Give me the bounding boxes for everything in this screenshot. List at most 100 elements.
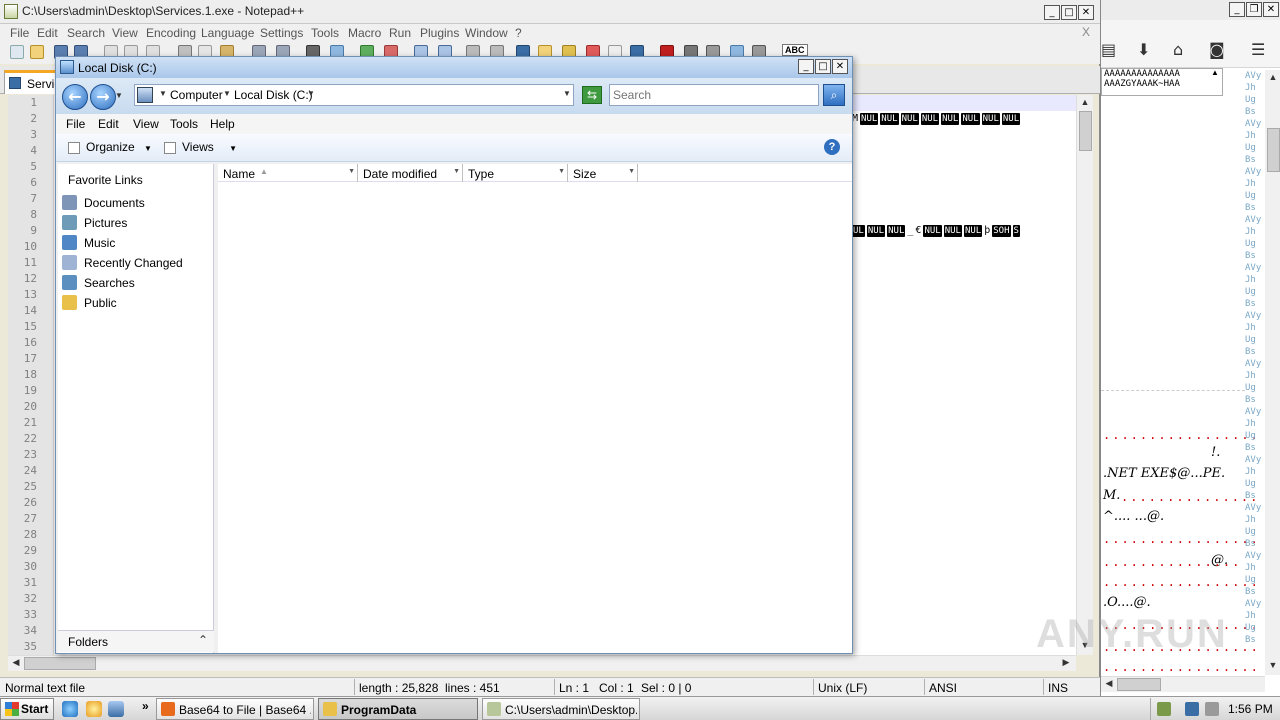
- favorite-link-documents[interactable]: Documents: [62, 194, 210, 212]
- menu-search[interactable]: Search: [67, 26, 105, 40]
- task-base64[interactable]: Base64 to File | Base64 ...: [156, 698, 314, 720]
- favorite-link-searches[interactable]: Searches: [62, 274, 210, 292]
- quick-launch-more[interactable]: »: [142, 699, 149, 713]
- editor-horizontal-scrollbar[interactable]: ◀ ▶: [8, 655, 1076, 671]
- scroll-up-arrow[interactable]: ▲: [1079, 97, 1091, 109]
- security-icon[interactable]: [1157, 702, 1171, 716]
- column-name[interactable]: Name ▲ ▼: [218, 164, 358, 182]
- menu-plugins[interactable]: Plugins: [420, 26, 459, 40]
- menu-tools[interactable]: Tools: [311, 26, 339, 40]
- menu-help[interactable]: ?: [515, 26, 522, 40]
- new-file-icon[interactable]: [10, 45, 24, 59]
- home-icon[interactable]: ⌂: [1173, 40, 1183, 59]
- restore-button[interactable]: ❐: [1246, 2, 1262, 17]
- column-size[interactable]: Size ▼: [568, 164, 638, 182]
- pocket-icon[interactable]: ◙: [1209, 40, 1225, 59]
- reader-view-icon[interactable]: ▤: [1101, 40, 1116, 59]
- volume-icon[interactable]: [1205, 702, 1219, 716]
- menu-tools[interactable]: Tools: [170, 117, 198, 131]
- spellcheck-button[interactable]: ABC: [782, 44, 808, 56]
- favorite-link-music[interactable]: Music: [62, 234, 210, 252]
- menu-settings[interactable]: Settings: [260, 26, 303, 40]
- media-player-icon[interactable]: [86, 701, 102, 717]
- favorite-link-public[interactable]: Public: [62, 294, 210, 312]
- favorite-link-pictures[interactable]: Pictures: [62, 214, 210, 232]
- clock[interactable]: 1:56 PM: [1228, 702, 1273, 716]
- menu-edit[interactable]: Edit: [37, 26, 58, 40]
- menu-edit[interactable]: Edit: [98, 117, 119, 131]
- chevron-down-icon[interactable]: ▼: [307, 89, 315, 98]
- minimize-button[interactable]: _: [798, 59, 814, 74]
- task-notepadpp[interactable]: C:\Users\admin\Desktop...: [482, 698, 640, 720]
- editor-vertical-scrollbar[interactable]: ▲ ▼: [1076, 95, 1093, 655]
- menu-macro[interactable]: Macro: [348, 26, 381, 40]
- close-button[interactable]: ✕: [832, 59, 848, 74]
- browser-vertical-scrollbar[interactable]: ▲ ▼: [1265, 70, 1280, 675]
- folders-toggle[interactable]: Folders ⌃: [58, 630, 214, 652]
- menu-run[interactable]: Run: [389, 26, 411, 40]
- maximize-button[interactable]: □: [815, 59, 831, 74]
- file-list-pane[interactable]: Name ▲ ▼ Date modified ▼ Type ▼ Size ▼: [218, 164, 852, 653]
- base64-fragment: AVy: [1245, 167, 1262, 177]
- close-button[interactable]: ✕: [1263, 2, 1279, 17]
- minimize-button[interactable]: _: [1229, 2, 1245, 17]
- menu-language[interactable]: Language: [201, 26, 254, 40]
- views-button[interactable]: Views ▼: [164, 140, 237, 154]
- menu-view[interactable]: View: [133, 117, 159, 131]
- show-desktop-icon[interactable]: [108, 701, 124, 717]
- maximize-button[interactable]: □: [1061, 5, 1077, 20]
- open-file-icon[interactable]: [30, 45, 44, 59]
- close-document-button[interactable]: X: [1082, 25, 1090, 39]
- scroll-left-arrow[interactable]: ◀: [1103, 678, 1115, 690]
- search-input[interactable]: [609, 84, 819, 106]
- minimize-button[interactable]: _: [1044, 5, 1060, 20]
- breadcrumb-local-disk[interactable]: Local Disk (C:): [234, 88, 313, 102]
- chevron-down-icon[interactable]: ▼: [558, 168, 565, 175]
- refresh-icon[interactable]: ⇆: [582, 86, 602, 104]
- chevron-down-icon[interactable]: ▼: [628, 168, 635, 175]
- help-icon[interactable]: ?: [824, 139, 840, 155]
- organize-button[interactable]: Organize ▼: [68, 140, 152, 154]
- browser-horizontal-scrollbar[interactable]: ◀: [1101, 676, 1265, 692]
- h-scroll-thumb[interactable]: [24, 657, 96, 670]
- chevron-down-icon[interactable]: ▼: [159, 89, 167, 98]
- base64-fragment: Ug: [1245, 239, 1256, 249]
- address-history-dropdown[interactable]: ▼: [563, 89, 571, 98]
- scroll-down-arrow[interactable]: ▼: [1267, 660, 1279, 672]
- hamburger-menu-icon[interactable]: ☰: [1251, 40, 1265, 59]
- chevron-down-icon[interactable]: ▼: [453, 168, 460, 175]
- address-bar[interactable]: ▼ Computer ▼ Local Disk (C:) ▼ ▼: [134, 84, 574, 106]
- search-icon[interactable]: ⌕: [823, 84, 845, 106]
- scroll-up-arrow[interactable]: ▲: [1267, 72, 1279, 84]
- chevron-down-icon[interactable]: ▼: [223, 89, 231, 98]
- menu-window[interactable]: Window: [465, 26, 508, 40]
- scroll-thumb[interactable]: [1079, 111, 1092, 151]
- task-programdata[interactable]: ProgramData: [318, 698, 478, 720]
- menu-help[interactable]: Help: [210, 117, 235, 131]
- recent-pages-dropdown[interactable]: ▼: [115, 91, 123, 100]
- breadcrumb-computer[interactable]: Computer: [170, 88, 223, 102]
- scroll-thumb[interactable]: [1267, 128, 1280, 172]
- menu-encoding[interactable]: Encoding: [146, 26, 196, 40]
- chevron-down-icon[interactable]: ▼: [348, 168, 355, 175]
- column-type[interactable]: Type ▼: [463, 164, 568, 182]
- internet-explorer-icon[interactable]: [62, 701, 78, 717]
- download-icon[interactable]: ⬇: [1137, 40, 1150, 59]
- network-icon[interactable]: [1185, 702, 1199, 716]
- h-scroll-thumb[interactable]: [1117, 678, 1161, 691]
- column-date-modified[interactable]: Date modified ▼: [358, 164, 463, 182]
- document-tab[interactable]: Servic: [4, 70, 60, 94]
- chevron-up-icon[interactable]: ▲: [1211, 68, 1219, 77]
- scroll-right-arrow[interactable]: ▶: [1060, 657, 1072, 669]
- menu-view[interactable]: View: [112, 26, 138, 40]
- npp-window-title: C:\Users\admin\Desktop\Services.1.exe - …: [22, 4, 305, 18]
- encoding-dropdown[interactable]: AAAAAAAAAAAAAA AAAZGYAAAK~HAA: [1101, 68, 1223, 96]
- scroll-left-arrow[interactable]: ◀: [10, 657, 22, 669]
- menu-file[interactable]: File: [66, 117, 85, 131]
- close-button[interactable]: ✕: [1078, 5, 1094, 20]
- favorite-link-recently-changed[interactable]: Recently Changed: [62, 254, 210, 272]
- forward-button[interactable]: →: [90, 84, 116, 110]
- start-button[interactable]: Start: [0, 698, 54, 720]
- back-button[interactable]: ←: [62, 84, 88, 110]
- menu-file[interactable]: File: [10, 26, 29, 40]
